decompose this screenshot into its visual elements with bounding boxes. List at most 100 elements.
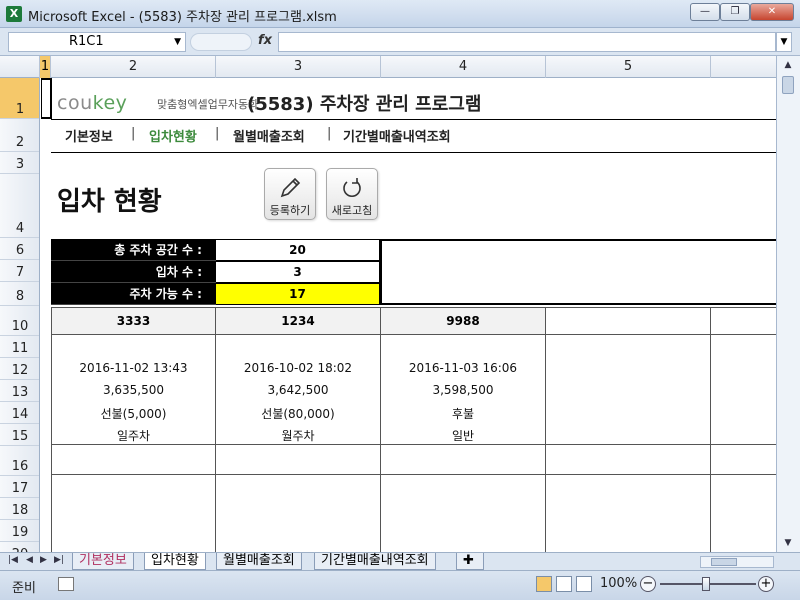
row-header[interactable]: 15	[0, 424, 39, 446]
formula-input[interactable]	[278, 32, 776, 52]
horizontal-scroll-thumb[interactable]	[711, 558, 737, 566]
slot-plate-empty[interactable]	[51, 445, 216, 475]
minimize-button[interactable]: —	[690, 3, 720, 21]
slot-plate-empty[interactable]	[711, 307, 776, 335]
page-heading: 입차 현황	[57, 187, 162, 217]
close-button[interactable]: ✕	[750, 3, 794, 21]
scroll-down-icon[interactable]: ▼	[781, 536, 795, 550]
zoom-in-icon[interactable]: +	[758, 576, 774, 592]
slot-plate[interactable]: 3333	[51, 307, 216, 335]
row-header[interactable]: 14	[0, 402, 39, 424]
row-header[interactable]: 7	[0, 260, 39, 282]
row-header[interactable]: 3	[0, 152, 39, 174]
column-header-2[interactable]: 2	[51, 56, 216, 78]
next-sheet-icon[interactable]: ▶	[40, 555, 47, 565]
row-header[interactable]: 11	[0, 336, 39, 358]
first-sheet-icon[interactable]: |◀	[8, 555, 18, 565]
insert-sheet-icon[interactable]: ✚	[456, 553, 484, 570]
nav-separator: |	[327, 126, 332, 141]
logo-subtitle: 맞춤형엑셀업무자동화	[157, 98, 259, 111]
slot-card-empty[interactable]	[381, 475, 546, 552]
slot-card-empty[interactable]	[546, 335, 711, 445]
slot-type: 월주차	[281, 429, 315, 443]
slot-plate[interactable]: 1234	[216, 307, 381, 335]
name-box[interactable]: R1C1 ▼	[8, 32, 186, 52]
restore-button[interactable]: ❐	[720, 3, 750, 21]
sheet-tab-monthly-sales[interactable]: 월별매출조회	[216, 553, 302, 570]
formula-separator	[190, 33, 252, 51]
insert-function-button[interactable]: fx	[258, 33, 272, 48]
row-header[interactable]: 13	[0, 380, 39, 402]
row-header[interactable]: 8	[0, 282, 39, 306]
row-header[interactable]: 19	[0, 520, 39, 542]
worksheet-grid[interactable]: coukey 맞춤형엑셀업무자동화 (5583) 주차장 관리 프로그램 기본정…	[41, 78, 776, 552]
refresh-button[interactable]: 새로고침	[326, 168, 378, 220]
slot-plate-empty[interactable]	[381, 445, 546, 475]
slot-plate-empty[interactable]	[546, 445, 711, 475]
page-layout-view-icon[interactable]	[556, 576, 572, 592]
expand-formula-bar-button[interactable]: ▼	[776, 32, 792, 52]
row-header[interactable]: 10	[0, 306, 39, 336]
column-header-3[interactable]: 3	[216, 56, 381, 78]
column-header-4[interactable]: 4	[381, 56, 546, 78]
slot-plate-empty[interactable]	[711, 445, 776, 475]
slot-card[interactable]: 2016-10-02 18:02 3,642,500 선불(80,000) 월주…	[216, 335, 381, 445]
slot-entry-time: 2016-11-02 13:43	[79, 361, 188, 375]
page-break-view-icon[interactable]	[576, 576, 592, 592]
row-header[interactable]: 12	[0, 358, 39, 380]
status-bar: 준비 100% − +	[0, 570, 800, 600]
prev-sheet-icon[interactable]: ◀	[26, 555, 33, 565]
horizontal-scrollbar[interactable]	[700, 556, 774, 568]
row-header[interactable]: 6	[0, 238, 39, 260]
row-header[interactable]: 18	[0, 498, 39, 520]
vertical-scrollbar[interactable]: ▲ ▼	[776, 56, 800, 552]
column-header-1[interactable]: 1	[40, 56, 51, 78]
nav-link-basic-info[interactable]: 기본정보	[65, 126, 113, 145]
slot-amount: 3,598,500	[432, 383, 494, 397]
vertical-scroll-thumb[interactable]	[782, 76, 794, 94]
slot-plate-empty[interactable]	[216, 445, 381, 475]
row-header[interactable]: 16	[0, 446, 39, 476]
sheet-tab-basic-info[interactable]: 기본정보	[72, 553, 134, 570]
slot-card-empty[interactable]	[711, 475, 776, 552]
slot-card-empty[interactable]	[546, 475, 711, 552]
column-header-5[interactable]: 5	[546, 56, 711, 78]
active-cell-cursor	[41, 78, 52, 119]
nav-link-parking-status[interactable]: 입차현황	[149, 126, 197, 145]
last-sheet-icon[interactable]: ▶|	[54, 555, 64, 565]
slot-payment: 후불	[451, 407, 475, 421]
register-button[interactable]: 등록하기	[264, 168, 316, 220]
available-count-value[interactable]: 17	[216, 283, 380, 305]
slot-plate-empty[interactable]	[546, 307, 711, 335]
total-spaces-value[interactable]: 20	[216, 239, 380, 261]
zoom-level[interactable]: 100%	[600, 576, 637, 591]
macro-record-icon[interactable]	[58, 577, 74, 591]
refresh-button-label: 새로고침	[331, 204, 373, 217]
zoom-slider-thumb[interactable]	[702, 577, 710, 591]
slot-card[interactable]: 2016-11-03 16:06 3,598,500 후불 일반	[381, 335, 546, 445]
nav-link-monthly-sales[interactable]: 월별매출조회	[233, 126, 305, 145]
parked-count-value[interactable]: 3	[216, 261, 380, 283]
sheet-tab-period-sales[interactable]: 기간별매출내역조회	[314, 553, 436, 570]
row-header[interactable]: 1	[0, 78, 39, 119]
normal-view-icon[interactable]	[536, 576, 552, 592]
slot-card-empty[interactable]	[51, 475, 216, 552]
row-header[interactable]: 20	[0, 542, 39, 552]
chevron-down-icon[interactable]: ▼	[174, 33, 181, 51]
slot-plate[interactable]: 9988	[381, 307, 546, 335]
row-header[interactable]: 17	[0, 476, 39, 498]
memo-box[interactable]	[380, 239, 776, 305]
select-all-corner[interactable]	[0, 56, 40, 78]
slot-card-empty[interactable]	[216, 475, 381, 552]
coukey-logo: coukey	[57, 92, 127, 114]
row-header[interactable]: 4	[0, 174, 39, 238]
slot-card-empty[interactable]	[711, 335, 776, 445]
sheet-tab-parking-status[interactable]: 입차현황	[144, 553, 206, 570]
excel-app-icon[interactable]: X	[6, 6, 22, 22]
zoom-out-icon[interactable]: −	[640, 576, 656, 592]
scroll-up-icon[interactable]: ▲	[781, 58, 795, 72]
row-header[interactable]: 2	[0, 119, 39, 152]
slot-card[interactable]: 2016-11-02 13:43 3,635,500 선불(5,000) 일주차	[51, 335, 216, 445]
column-header-6[interactable]	[711, 56, 776, 78]
nav-link-period-sales[interactable]: 기간별매출내역조회	[343, 126, 451, 145]
